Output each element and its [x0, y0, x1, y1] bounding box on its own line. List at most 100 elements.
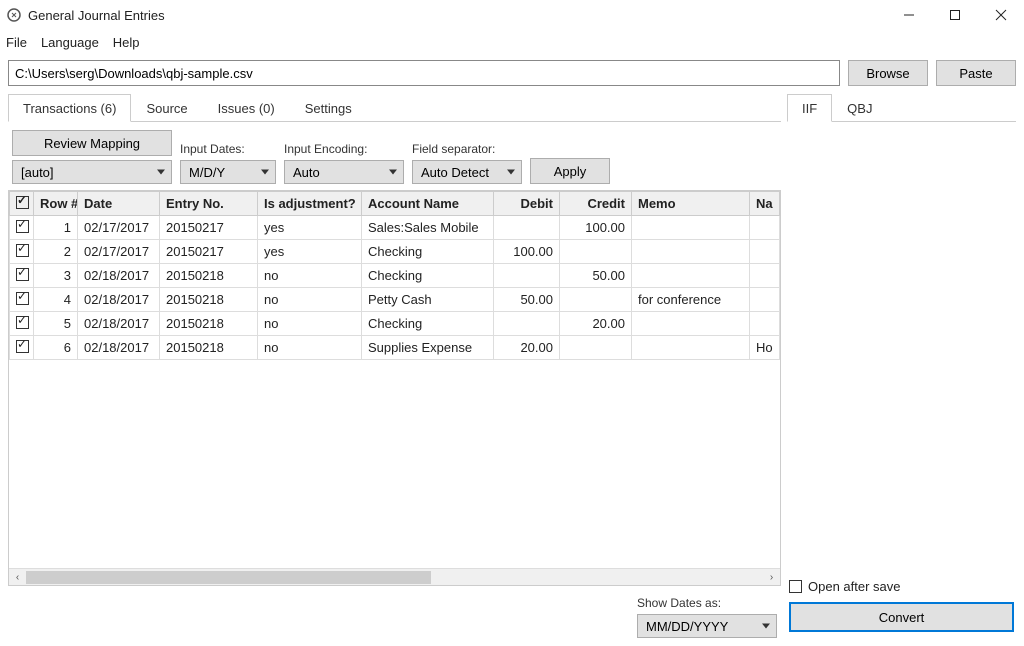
cell-row: 5: [34, 312, 78, 336]
table-row[interactable]: 602/18/201720150218noSupplies Expense20.…: [10, 336, 780, 360]
cell-entry: 20150218: [160, 336, 258, 360]
cell-date: 02/18/2017: [78, 336, 160, 360]
table-row[interactable]: 402/18/201720150218noPetty Cash50.00for …: [10, 288, 780, 312]
file-row: Browse Paste: [0, 54, 1024, 92]
window-title: General Journal Entries: [28, 8, 165, 23]
cell-row: 2: [34, 240, 78, 264]
menu-help[interactable]: Help: [113, 35, 140, 50]
minimize-button[interactable]: [886, 0, 932, 30]
cell-memo: [632, 240, 750, 264]
row-checkbox[interactable]: [16, 268, 29, 281]
cell-credit: [560, 288, 632, 312]
column-header[interactable]: Row #: [34, 192, 78, 216]
transactions-table: Row #DateEntry No.Is adjustment?Account …: [8, 190, 781, 586]
data-table[interactable]: Row #DateEntry No.Is adjustment?Account …: [9, 191, 780, 360]
show-dates-select[interactable]: MM/DD/YYYY: [637, 614, 777, 638]
table-row[interactable]: 202/17/201720150217yesChecking100.00: [10, 240, 780, 264]
cell-date: 02/18/2017: [78, 288, 160, 312]
column-header[interactable]: Date: [78, 192, 160, 216]
input-encoding-select[interactable]: Auto: [284, 160, 404, 184]
input-dates-select[interactable]: M/D/Y: [180, 160, 276, 184]
cell-memo: [632, 336, 750, 360]
cell-entry: 20150218: [160, 264, 258, 288]
field-separator-select[interactable]: Auto Detect: [412, 160, 522, 184]
row-checkbox[interactable]: [16, 340, 29, 353]
left-tabs: Transactions (6)SourceIssues (0)Settings: [8, 92, 781, 122]
input-dates-label: Input Dates:: [180, 142, 276, 156]
convert-button[interactable]: Convert: [789, 602, 1014, 632]
cell-credit: 20.00: [560, 312, 632, 336]
tab-issues-0[interactable]: Issues (0): [203, 94, 290, 122]
menu-file[interactable]: File: [6, 35, 27, 50]
cell-row: 6: [34, 336, 78, 360]
menu-language[interactable]: Language: [41, 35, 99, 50]
cell-credit: [560, 240, 632, 264]
tab-qbj[interactable]: QBJ: [832, 94, 887, 122]
cell-account: Checking: [362, 312, 494, 336]
cell-date: 02/18/2017: [78, 312, 160, 336]
cell-memo: [632, 312, 750, 336]
cell-account: Petty Cash: [362, 288, 494, 312]
scroll-left-icon[interactable]: ‹: [9, 569, 26, 586]
file-path-input[interactable]: [8, 60, 840, 86]
column-header[interactable]: Debit: [494, 192, 560, 216]
tab-source[interactable]: Source: [131, 94, 202, 122]
apply-button[interactable]: Apply: [530, 158, 610, 184]
close-button[interactable]: [978, 0, 1024, 30]
window-controls: [886, 0, 1024, 30]
cell-credit: [560, 336, 632, 360]
column-header[interactable]: Memo: [632, 192, 750, 216]
cell-entry: 20150217: [160, 216, 258, 240]
review-mapping-button[interactable]: Review Mapping: [12, 130, 172, 156]
left-bottom-bar: Show Dates as: MM/DD/YYYY: [8, 586, 781, 638]
cell-na: [750, 216, 780, 240]
right-bottom-bar: Open after save Convert: [787, 573, 1016, 638]
cell-debit: [494, 264, 560, 288]
column-header[interactable]: [10, 192, 34, 216]
input-encoding-label: Input Encoding:: [284, 142, 404, 156]
right-tabs: IIFQBJ: [787, 92, 1016, 122]
maximize-button[interactable]: [932, 0, 978, 30]
tab-transactions-6[interactable]: Transactions (6): [8, 94, 131, 122]
cell-memo: [632, 264, 750, 288]
column-header[interactable]: Credit: [560, 192, 632, 216]
paste-button[interactable]: Paste: [936, 60, 1016, 86]
select-all-checkbox[interactable]: [16, 196, 29, 209]
row-checkbox[interactable]: [16, 292, 29, 305]
table-row[interactable]: 302/18/201720150218noChecking50.00: [10, 264, 780, 288]
column-header[interactable]: Na: [750, 192, 780, 216]
column-header[interactable]: Is adjustment?: [258, 192, 362, 216]
row-checkbox[interactable]: [16, 244, 29, 257]
auto-select[interactable]: [auto]: [12, 160, 172, 184]
browse-button[interactable]: Browse: [848, 60, 928, 86]
table-row[interactable]: 102/17/201720150217yesSales:Sales Mobile…: [10, 216, 780, 240]
tab-settings[interactable]: Settings: [290, 94, 367, 122]
cell-credit: 100.00: [560, 216, 632, 240]
column-header[interactable]: Account Name: [362, 192, 494, 216]
menubar: File Language Help: [0, 30, 1024, 54]
table-row[interactable]: 502/18/201720150218noChecking20.00: [10, 312, 780, 336]
column-header[interactable]: Entry No.: [160, 192, 258, 216]
cell-account: Checking: [362, 240, 494, 264]
cell-adjustment: yes: [258, 216, 362, 240]
open-after-save-label: Open after save: [808, 579, 901, 594]
cell-debit: [494, 312, 560, 336]
row-checkbox[interactable]: [16, 316, 29, 329]
tab-iif[interactable]: IIF: [787, 94, 832, 122]
cell-credit: 50.00: [560, 264, 632, 288]
cell-entry: 20150217: [160, 240, 258, 264]
cell-na: [750, 264, 780, 288]
cell-na: [750, 240, 780, 264]
cell-date: 02/17/2017: [78, 240, 160, 264]
scroll-thumb[interactable]: [26, 571, 431, 584]
cell-debit: 50.00: [494, 288, 560, 312]
scroll-right-icon[interactable]: ›: [763, 569, 780, 586]
right-pane-body: [787, 122, 1016, 573]
row-checkbox[interactable]: [16, 220, 29, 233]
titlebar: General Journal Entries: [0, 0, 1024, 30]
cell-row: 1: [34, 216, 78, 240]
horizontal-scrollbar[interactable]: ‹ ›: [9, 568, 780, 585]
cell-date: 02/18/2017: [78, 264, 160, 288]
open-after-save-checkbox[interactable]: [789, 580, 802, 593]
cell-date: 02/17/2017: [78, 216, 160, 240]
